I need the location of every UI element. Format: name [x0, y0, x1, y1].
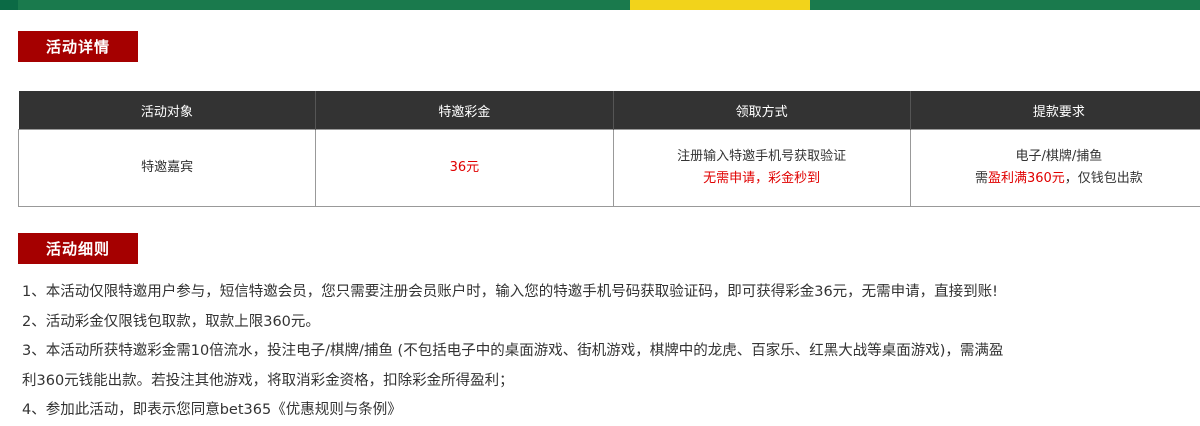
cell-withdraw: 电子/棋牌/捕鱼 需盈利满360元，仅钱包出款: [909, 129, 1200, 207]
cell-method: 注册输入特邀手机号获取验证 无需申请，彩金秒到: [612, 129, 911, 207]
header-method: 领取方式: [613, 91, 911, 130]
details-section-title: 活动详情: [18, 31, 138, 62]
withdraw-highlight: 盈利满360元: [987, 171, 1065, 186]
cell-bonus: 36元: [315, 129, 614, 207]
rule-item-3: 3、本活动所获特邀彩金需10倍流水，投注电子/棋牌/捕鱼 (不包括电子中的桌面游…: [22, 343, 1004, 359]
rule-item-4: 4、参加此活动，即表示您同意bet365《优惠规则与条例》: [22, 402, 402, 418]
withdraw-line2: 需盈利满360元，仅钱包出款: [912, 168, 1200, 190]
withdraw-suffix: ，仅钱包出款: [1064, 171, 1143, 186]
method-line1: 注册输入特邀手机号获取验证: [677, 149, 847, 164]
withdraw-prefix: 需: [974, 171, 988, 186]
rules-section-title: 活动细则: [18, 233, 138, 264]
header-bonus: 特邀彩金: [315, 91, 614, 130]
cell-target: 特邀嘉宾: [17, 129, 317, 207]
rule-item-2: 2、活动彩金仅限钱包取款，取款上限360元。: [22, 313, 320, 330]
withdraw-line1: 电子/棋牌/捕鱼: [1015, 149, 1103, 164]
table-row: 特邀嘉宾 36元 注册输入特邀手机号获取验证 无需申请，彩金秒到 电子/棋牌/捕…: [17, 129, 1200, 207]
details-table: 活动对象 特邀彩金 领取方式 提款要求 特邀嘉宾 36元 注册输入特邀手机号获取…: [17, 91, 1200, 207]
banner-green-band: [18, 0, 1200, 10]
rule-item-1: 1、本活动仅限特邀用户参与，短信特邀会员，您只需要注册会员账户时，输入您的特邀手…: [22, 284, 998, 300]
header-target: 活动对象: [18, 91, 317, 130]
header-withdraw: 提款要求: [910, 91, 1200, 130]
banner-yellow-band: [630, 0, 810, 10]
table-header-row: 活动对象 特邀彩金 领取方式 提款要求: [18, 91, 1200, 130]
rules-list: 1、本活动仅限特邀用户参与，短信特邀会员，您只需要注册会员账户时，输入您的特邀手…: [22, 278, 1200, 426]
rule-item-3-continued: 利360元钱能出款。若投注其他游戏，将取消彩金资格，扣除彩金所得盈利；: [22, 372, 514, 389]
method-line2: 无需申请，彩金秒到: [703, 171, 821, 186]
top-banner: [0, 0, 1200, 10]
